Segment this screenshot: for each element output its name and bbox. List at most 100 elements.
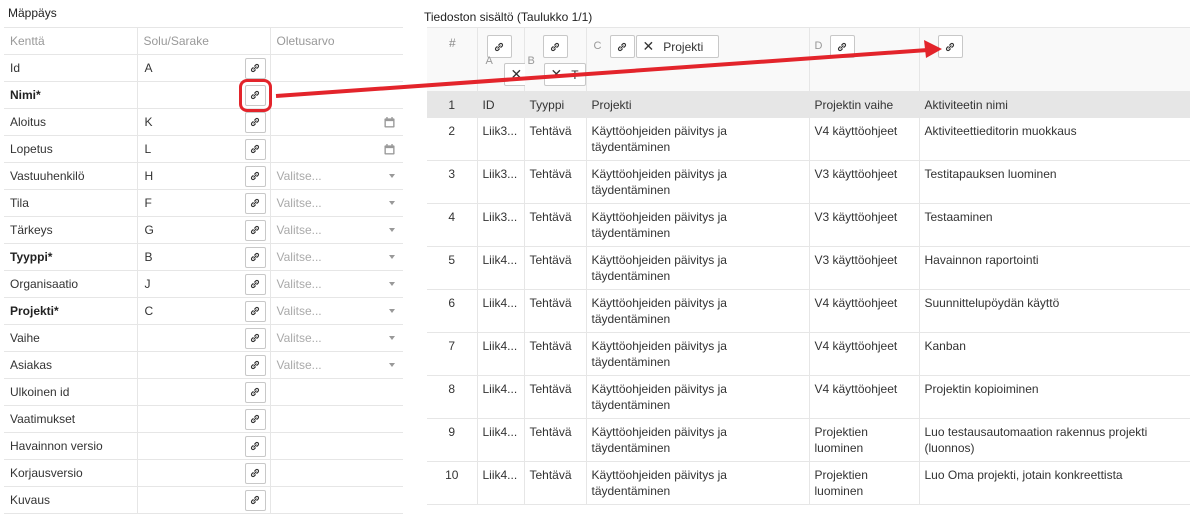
link-icon[interactable] [238, 78, 272, 112]
close-icon[interactable]: ✕ [511, 66, 523, 83]
chevron-down-icon [389, 228, 395, 232]
cell-mapping-cell [136, 405, 270, 433]
link-icon[interactable] [244, 219, 266, 241]
row-number: 7 [427, 332, 477, 376]
table-row: 9 Liik4... Tehtävä Käyttöohjeiden päivitys … [427, 418, 1190, 462]
default-value-cell: Valitse... [269, 324, 404, 352]
id-cell: Liik4... [476, 246, 524, 290]
link-icon[interactable] [244, 435, 266, 457]
type-cell: Tehtävä [523, 117, 586, 161]
default-value-cell [269, 405, 403, 433]
link-icon[interactable] [829, 35, 855, 58]
field-name-cell: Tila [4, 189, 137, 217]
column-b-tag[interactable]: ✕ T [543, 63, 586, 86]
default-select[interactable]: Valitse... [271, 244, 404, 270]
mapping-row: Asiakas Valitse... [4, 351, 404, 379]
field-label: Tyyppi* [10, 250, 53, 264]
cell-mapping-cell: B [136, 243, 270, 271]
default-select[interactable]: Valitse... [271, 190, 404, 216]
mapping-row: Tyyppi* B Valitse... [4, 243, 404, 271]
calendar-icon[interactable] [384, 143, 395, 155]
field-name-cell: Id [4, 54, 137, 82]
id-cell: Liik4... [476, 289, 524, 333]
calendar-icon[interactable] [384, 116, 395, 128]
link-icon[interactable] [244, 381, 266, 403]
cell-mapping-value: K [144, 115, 153, 129]
row-number: 10 [427, 461, 477, 505]
field-name-cell: Vastuuhenkilö [4, 162, 137, 190]
field-name-cell: Projekti* [4, 297, 137, 325]
table-row: 2 Liik3... Tehtävä Käyttöohjeiden päivitys … [427, 117, 1190, 161]
default-select[interactable]: Valitse... [271, 298, 404, 324]
link-icon[interactable] [244, 300, 266, 322]
header-cell: Aktiviteetin nimi [918, 91, 1190, 118]
field-label: Havainnon versio [10, 439, 103, 453]
chevron-down-icon [389, 336, 395, 340]
column-c-header: C ✕ Projekti [585, 27, 809, 92]
default-select-value: Valitse... [276, 304, 322, 318]
column-c-tag[interactable]: ✕ Projekti [635, 35, 719, 58]
link-icon[interactable] [244, 246, 266, 268]
default-value-cell: Valitse... [269, 351, 404, 379]
activity-cell: Projektin kopioiminen [918, 375, 1190, 419]
row-number: 2 [427, 117, 477, 161]
link-icon[interactable] [937, 35, 963, 58]
link-icon[interactable] [244, 354, 266, 376]
type-cell: Tehtävä [523, 332, 586, 376]
link-icon[interactable] [542, 35, 568, 58]
activity-cell: Havainnon raportointi [918, 246, 1190, 290]
field-label: Kuvaus [10, 493, 51, 507]
table-row: 6 Liik4... Tehtävä Käyttöohjeiden päivitys … [427, 289, 1190, 333]
column-header-default: Oletusarvo [269, 27, 403, 55]
activity-cell: Luo Oma projekti, jotain konkreettista [918, 461, 1190, 505]
link-icon[interactable] [244, 408, 266, 430]
default-value-cell: Valitse... [269, 297, 404, 325]
rownum-header: # [427, 27, 477, 92]
link-icon[interactable] [244, 138, 266, 160]
default-date-input[interactable] [271, 109, 404, 135]
row-number: 5 [427, 246, 477, 290]
field-name-cell: Vaatimukset [4, 405, 137, 433]
default-select[interactable]: Valitse... [271, 325, 404, 351]
cell-mapping-value: F [144, 196, 152, 210]
activity-cell: Kanban [918, 332, 1190, 376]
row-number: 4 [427, 203, 477, 247]
header-cell: ID [476, 91, 524, 118]
default-select[interactable]: Valitse... [271, 217, 404, 243]
field-name-cell: Ulkoinen id [4, 378, 137, 406]
project-cell: Käyttöohjeiden päivitys ja täydentäminen [585, 375, 809, 419]
link-icon[interactable] [244, 165, 266, 187]
link-icon[interactable] [244, 57, 266, 79]
link-icon[interactable] [244, 192, 266, 214]
phase-cell: V4 käyttöohjeet [808, 289, 919, 333]
default-select[interactable]: Valitse... [271, 163, 404, 189]
link-icon[interactable] [609, 35, 635, 58]
link-icon[interactable] [244, 273, 266, 295]
field-label: Korjausversio [10, 466, 83, 480]
link-icon[interactable] [244, 462, 266, 484]
id-cell: Liik3... [476, 203, 524, 247]
link-icon[interactable] [244, 111, 266, 133]
close-icon[interactable]: ✕ [643, 38, 655, 55]
type-cell: Tehtävä [523, 246, 586, 290]
cell-mapping-cell [136, 378, 270, 406]
project-cell: Käyttöohjeiden päivitys ja täydentäminen [585, 160, 809, 204]
default-select[interactable]: Valitse... [271, 271, 404, 297]
field-label: Tärkeys [10, 223, 53, 237]
default-value-cell [269, 81, 403, 109]
close-icon[interactable]: ✕ [551, 66, 563, 83]
mapping-row: Aloitus K [4, 108, 404, 136]
cell-mapping-cell: G [136, 216, 270, 244]
link-icon[interactable] [244, 327, 266, 349]
table-row: 4 Liik3... Tehtävä Käyttöohjeiden päivitys … [427, 203, 1190, 247]
cell-mapping-value: B [144, 250, 153, 264]
link-icon[interactable] [244, 489, 266, 511]
project-cell: Käyttöohjeiden päivitys ja täydentäminen [585, 246, 809, 290]
phase-cell: V4 käyttöohjeet [808, 117, 919, 161]
type-cell: Tehtävä [523, 418, 586, 462]
default-select-value: Valitse... [276, 331, 322, 345]
id-cell: Liik4... [476, 332, 524, 376]
default-select[interactable]: Valitse... [271, 352, 404, 378]
default-date-input[interactable] [271, 136, 404, 162]
cell-mapping-cell [136, 486, 270, 514]
